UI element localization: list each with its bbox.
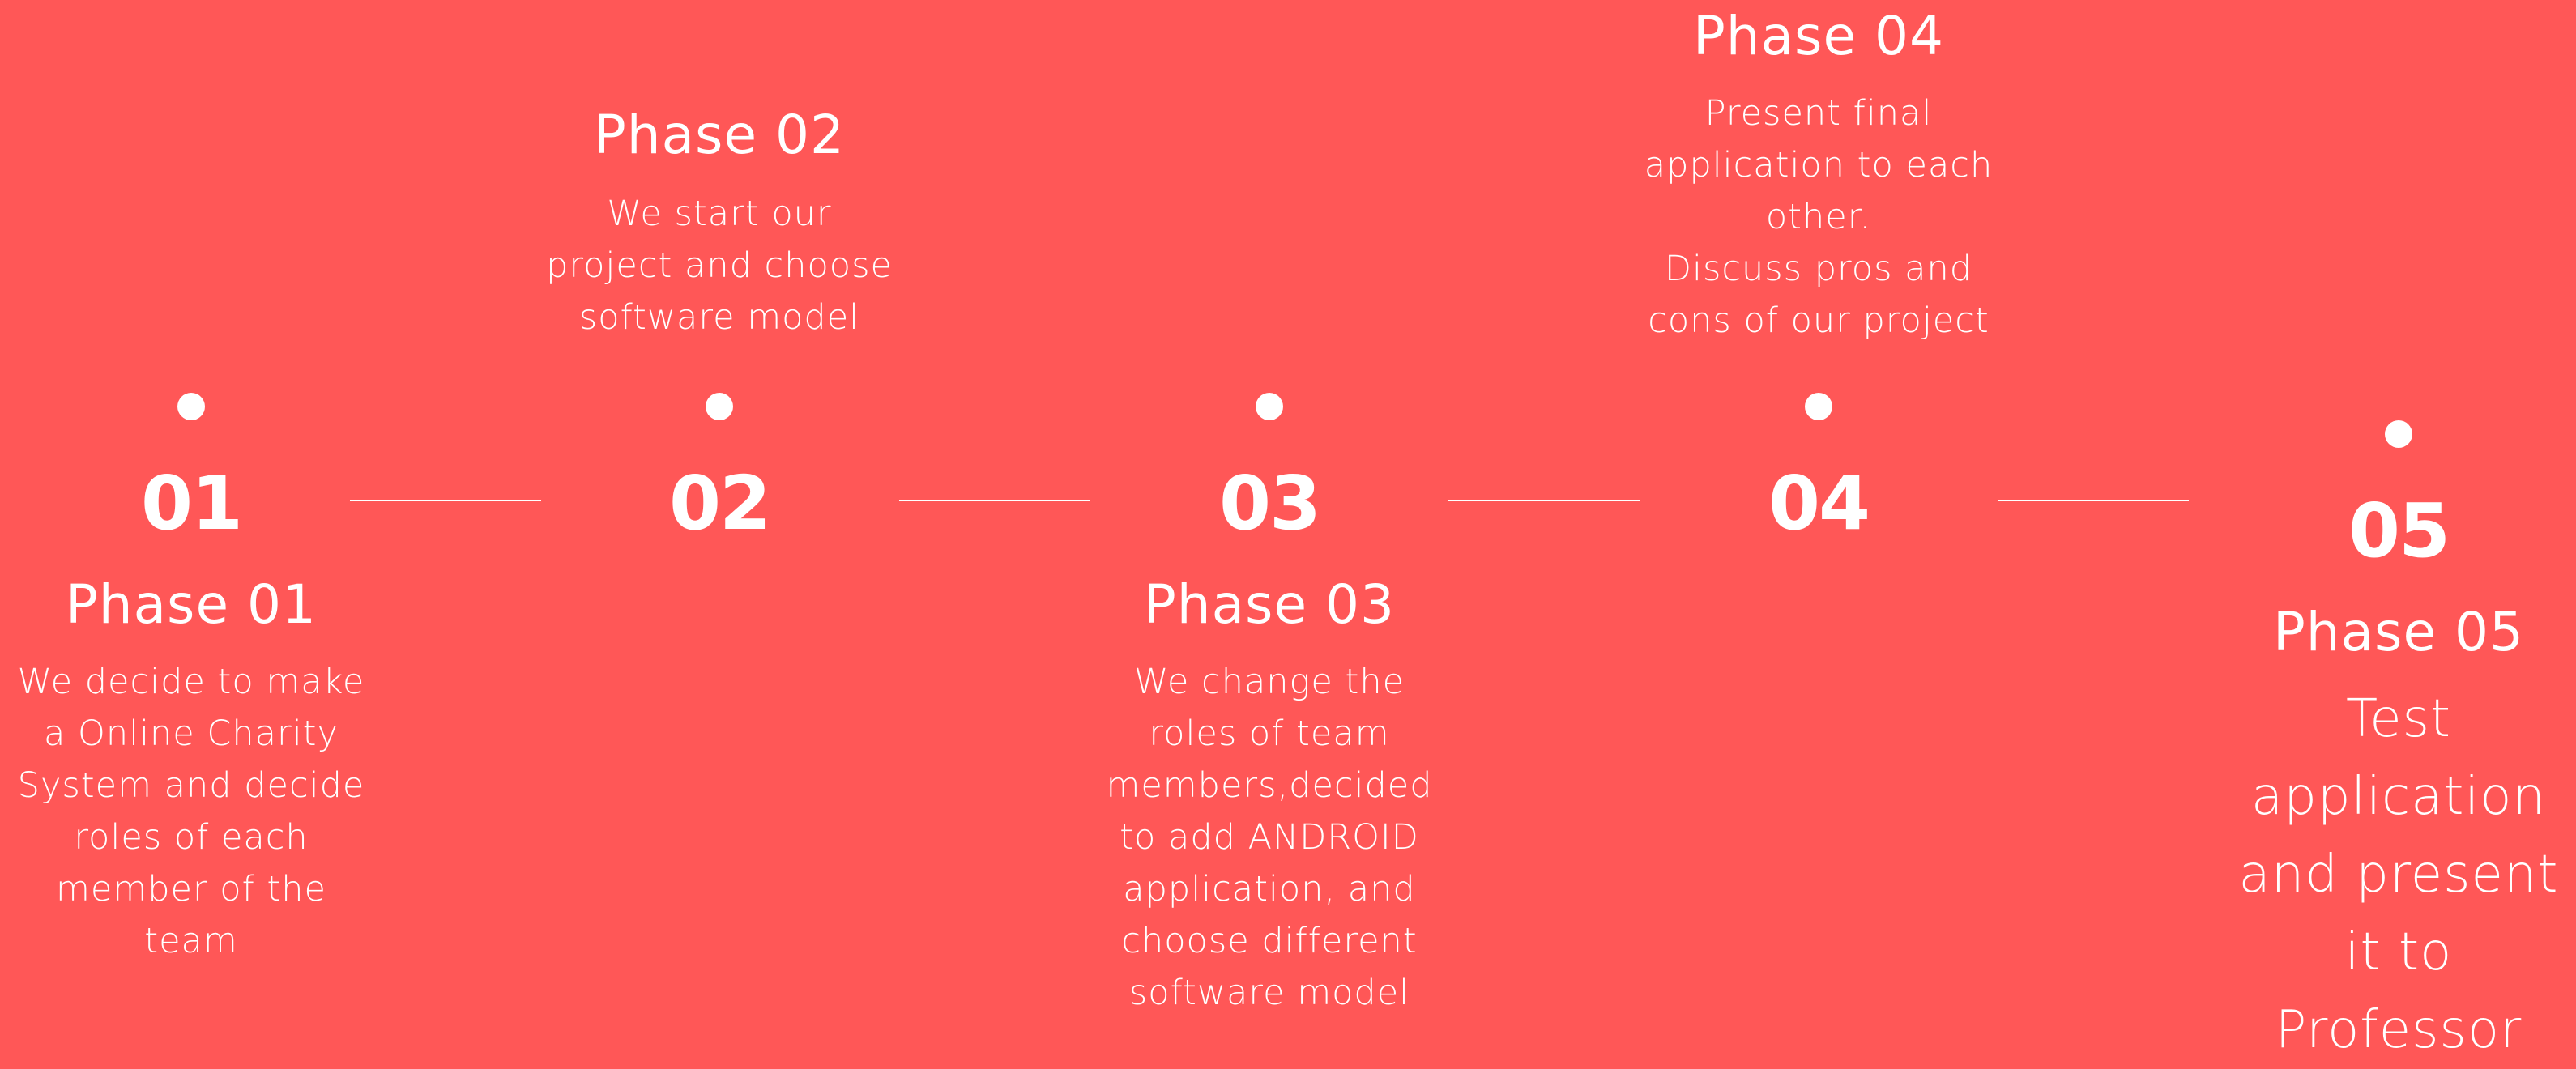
phase-03-marker-dot [1256, 393, 1283, 420]
phase-02-marker-dot [706, 393, 733, 420]
phase-05-marker-dot [2385, 420, 2412, 448]
phase-01-title: Phase 01 [65, 573, 318, 636]
phase-01-number: 01 [140, 460, 243, 547]
connector-line-03-04 [1448, 500, 1640, 501]
phase-03-title: Phase 03 [1143, 573, 1396, 636]
connector-line-01-02 [350, 500, 541, 501]
phase-05-number: 05 [2348, 488, 2450, 574]
phase-02-description: We start our project and choose software… [546, 194, 893, 338]
phase-05-description: Test application and present it to Profe… [2238, 689, 2559, 1060]
phase-03-description: We change the roles of team members,deci… [1106, 662, 1433, 1013]
phase-01-description: We decide to make a Online Charity Syste… [17, 662, 365, 961]
connector-line-04-05 [1998, 500, 2189, 501]
phase-04-number: 04 [1768, 460, 1870, 547]
phase-01-marker-dot [177, 393, 205, 420]
timeline-diagram: { "colors": { "background": "#FF5757", "… [0, 0, 2576, 1060]
phase-05-title: Phase 05 [2272, 601, 2525, 663]
phase-04-title: Phase 04 [1692, 5, 1945, 67]
phase-02-title: Phase 02 [593, 104, 846, 166]
phase-03-number: 03 [1218, 460, 1321, 547]
phase-04-description: Present final application to each other.… [1644, 93, 1994, 341]
phase-02-number: 02 [668, 460, 771, 547]
phase-04-marker-dot [1805, 393, 1832, 420]
connector-line-02-03 [899, 500, 1090, 501]
